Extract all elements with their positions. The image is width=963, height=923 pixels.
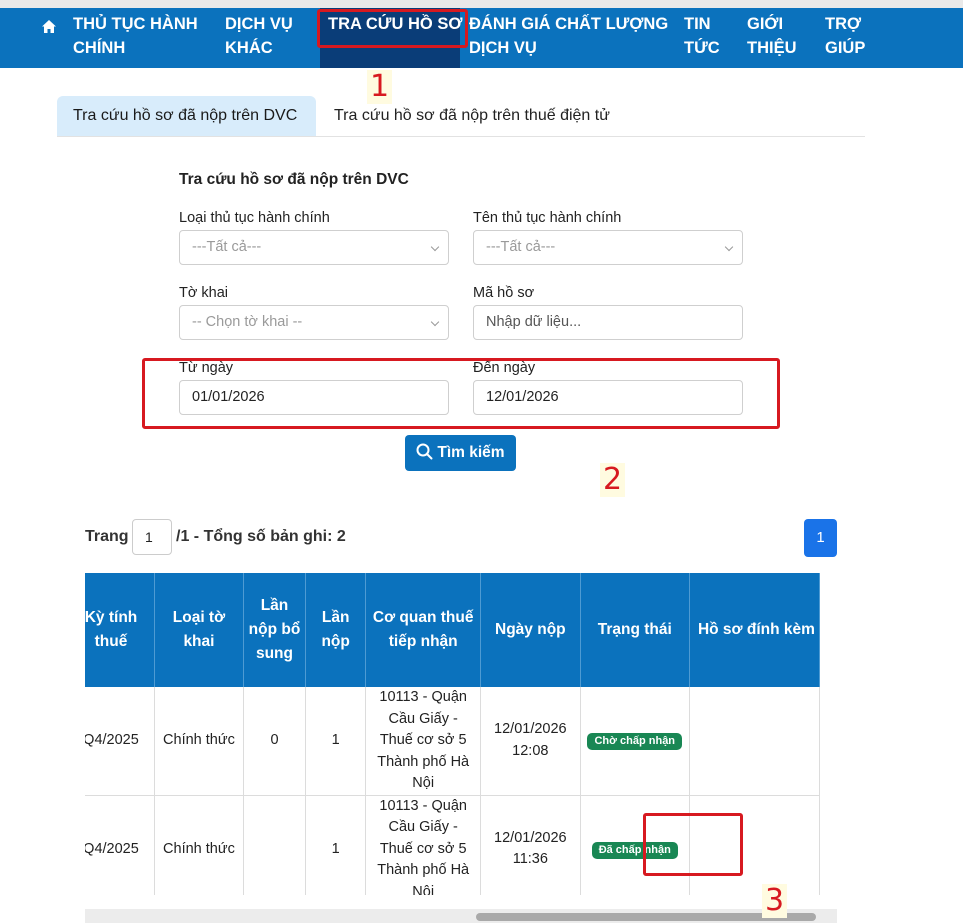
nav-dich-vu-khac[interactable]: DỊCH VỤ KHÁC <box>225 12 305 60</box>
cell-co-quan-thue: 10113 - Quận Cầu Giấy - Thuế cơ sở 5 Thà… <box>365 687 482 796</box>
main-navigation: THỦ TỤC HÀNH CHÍNH DỊCH VỤ KHÁC TRA CỨU … <box>0 8 963 68</box>
cell-lan-nop-bo-sung <box>243 795 307 895</box>
page-number-input[interactable]: 1 <box>132 519 172 555</box>
den-ngay-input[interactable]: 12/01/2026 <box>473 380 743 415</box>
header-loai-to-khai[interactable]: Loại tờ khai <box>154 573 244 687</box>
header-ho-so-dinh-kem[interactable]: Hồ sơ đính kèm <box>689 573 821 687</box>
header-co-quan-thue[interactable]: Cơ quan thuế tiếp nhận <box>365 573 482 687</box>
chevron-down-icon <box>724 242 734 252</box>
tab-divider <box>57 136 865 137</box>
nav-tra-cuu-ho-so-label: TRA CỨU HỒ SƠ <box>328 15 463 33</box>
cell-lan-nop: 1 <box>305 687 367 796</box>
den-ngay-label: Đến ngày <box>473 360 536 376</box>
page-button-current[interactable]: 1 <box>804 519 837 557</box>
ma-ho-so-label: Mã hồ sơ <box>473 285 535 301</box>
loai-thu-tuc-select[interactable]: ---Tất cả--- <box>179 230 449 265</box>
cell-ky-tinh-thue: Q4/2025 <box>85 687 155 796</box>
den-ngay-value: 12/01/2026 <box>486 389 559 405</box>
chevron-down-icon <box>430 242 440 252</box>
ma-ho-so-input[interactable]: Nhập dữ liệu... <box>473 305 743 340</box>
cell-co-quan-thue: 10113 - Quận Cầu Giấy - Thuế cơ sở 5 Thà… <box>365 795 482 895</box>
cell-ho-so-dinh-kem <box>689 687 821 796</box>
results-table-container: Kỳ tính thuế Loại tờ khai Lần nộp bổ sun… <box>85 573 837 895</box>
table-header-row: Kỳ tính thuế Loại tờ khai Lần nộp bổ sun… <box>85 573 821 687</box>
to-khai-value: -- Chọn tờ khai -- <box>192 314 303 330</box>
to-khai-label: Tờ khai <box>179 285 228 301</box>
form-title: Tra cứu hồ sơ đã nộp trên DVC <box>179 171 409 188</box>
nav-tra-cuu-ho-so[interactable]: TRA CỨU HỒ SƠ <box>320 8 463 68</box>
to-khai-select[interactable]: -- Chọn tờ khai -- <box>179 305 449 340</box>
cell-ngay-nop: 12/01/2026 11:36 <box>480 795 581 895</box>
chevron-down-icon <box>430 317 440 327</box>
header-trang-thai[interactable]: Trạng thái <box>580 573 690 687</box>
nav-danh-gia-chat-luong[interactable]: ĐÁNH GIÁ CHẤT LƯỢNG DỊCH VỤ <box>469 12 669 60</box>
home-icon[interactable] <box>40 18 58 36</box>
pager-summary: /1 - Tổng số bản ghi: 2 <box>176 528 346 545</box>
cell-loai-to-khai: Chính thức <box>154 795 244 895</box>
pager-prefix: Trang <box>85 528 129 545</box>
search-button[interactable]: Tìm kiếm <box>405 435 516 471</box>
tab-thue-dien-tu[interactable]: Tra cứu hồ sơ đã nộp trên thuế điện tử <box>318 96 626 136</box>
ten-thu-tuc-label: Tên thủ tục hành chính <box>473 210 622 226</box>
cell-ho-so-dinh-kem <box>689 795 821 895</box>
status-badge: Đã chấp nhận <box>591 841 678 859</box>
tu-ngay-input[interactable]: 01/01/2026 <box>179 380 449 415</box>
table-row[interactable]: Q4/2025 Chính thức 1 10113 - Quận Cầu Gi… <box>85 795 821 895</box>
nav-tin-tuc[interactable]: TIN TỨC <box>684 12 734 60</box>
cell-lan-nop-bo-sung: 0 <box>243 687 307 796</box>
cell-trang-thai: Đã chấp nhận <box>580 795 690 895</box>
results-table: Kỳ tính thuế Loại tờ khai Lần nộp bổ sun… <box>85 573 821 895</box>
page-number-value: 1 <box>145 529 153 545</box>
table-row[interactable]: Q4/2025 Chính thức 0 1 10113 - Quận Cầu … <box>85 687 821 796</box>
cell-lan-nop: 1 <box>305 795 367 895</box>
annotation-number-2: 2 <box>600 463 626 497</box>
loai-thu-tuc-label: Loại thủ tục hành chính <box>179 210 330 226</box>
ma-ho-so-placeholder: Nhập dữ liệu... <box>486 314 582 330</box>
browser-top-strip <box>0 0 963 8</box>
tu-ngay-label: Từ ngày <box>179 360 234 376</box>
search-button-label: Tìm kiếm <box>437 444 505 461</box>
search-icon <box>416 443 433 460</box>
status-badge: Chờ chấp nhận <box>587 733 683 750</box>
ten-thu-tuc-value: ---Tất cả--- <box>486 239 556 255</box>
tab-dvc[interactable]: Tra cứu hồ sơ đã nộp trên DVC <box>57 96 316 136</box>
tu-ngay-value: 01/01/2026 <box>192 389 265 405</box>
header-ky-tinh-thue[interactable]: Kỳ tính thuế <box>85 573 155 687</box>
header-ngay-nop[interactable]: Ngày nộp <box>480 573 581 687</box>
table-horizontal-scrollbar[interactable] <box>85 909 837 923</box>
nav-thu-tuc-hanh-chinh[interactable]: THỦ TỤC HÀNH CHÍNH <box>73 12 208 60</box>
header-lan-nop-bo-sung[interactable]: Lần nộp bổ sung <box>243 573 307 687</box>
cell-ngay-nop: 12/01/2026 12:08 <box>480 687 581 796</box>
nav-gioi-thieu[interactable]: GIỚI THIỆU <box>747 12 802 60</box>
loai-thu-tuc-value: ---Tất cả--- <box>192 239 262 255</box>
cell-trang-thai: Chờ chấp nhận <box>580 687 690 796</box>
nav-tro-giup[interactable]: TRỢ GIÚP <box>825 12 875 60</box>
ten-thu-tuc-select[interactable]: ---Tất cả--- <box>473 230 743 265</box>
cell-loai-to-khai: Chính thức <box>154 687 244 796</box>
header-lan-nop[interactable]: Lần nộp <box>305 573 367 687</box>
annotation-number-3: 3 <box>762 884 788 918</box>
cell-ky-tinh-thue: Q4/2025 <box>85 795 155 895</box>
